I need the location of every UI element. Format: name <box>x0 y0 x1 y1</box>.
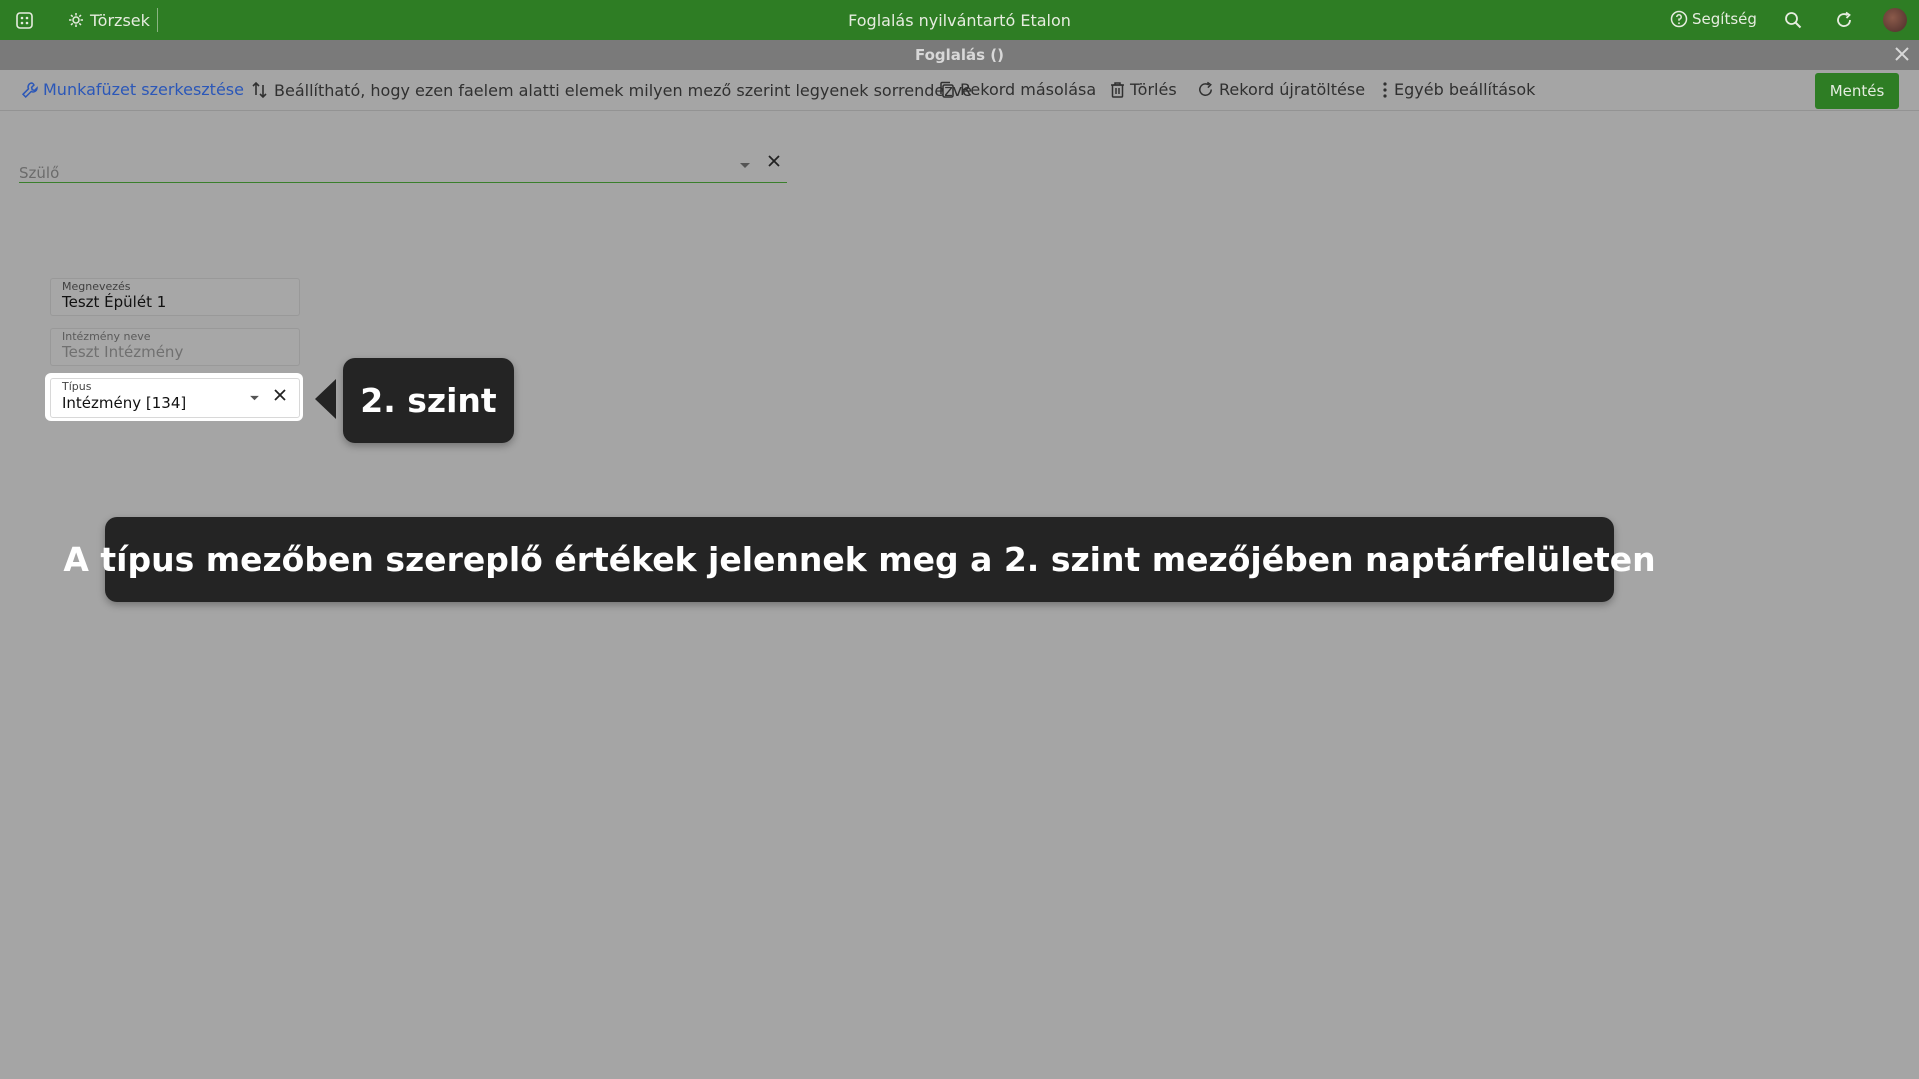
trash-icon <box>1109 81 1126 99</box>
help-button[interactable]: Segítség <box>1670 10 1757 28</box>
copy-record-label: Rekord másolása <box>960 80 1097 99</box>
wrench-icon <box>21 81 39 99</box>
search-icon[interactable] <box>1784 11 1802 29</box>
app-title: Foglalás nyilvántartó Etalon <box>848 11 1071 30</box>
type-label: Típus <box>62 380 92 393</box>
delete-label: Törlés <box>1130 80 1177 99</box>
help-label: Segítség <box>1692 10 1757 28</box>
callout-pointer <box>315 379 336 419</box>
copy-record-button[interactable]: Rekord másolása <box>939 80 1096 99</box>
edit-workbook-button[interactable]: Munkafüzet szerkesztése <box>21 80 244 99</box>
parent-select[interactable]: Szülő <box>19 150 787 183</box>
dialog-title: Foglalás () <box>914 46 1005 64</box>
other-settings-label: Egyéb beállítások <box>1394 80 1536 99</box>
sort-setting-button[interactable]: Beállítható, hogy ezen faelem alatti ele… <box>250 80 972 100</box>
description-callout: A típus mezőben szereplő értékek jelenne… <box>63 517 1656 602</box>
dialog-header: Foglalás () <box>0 40 1919 70</box>
toolbar: Munkafüzet szerkesztése Beállítható, hog… <box>0 70 1919 111</box>
level-callout: 2. szint <box>343 358 514 443</box>
clear-icon[interactable] <box>273 388 287 402</box>
reload-record-label: Rekord újratöltése <box>1219 80 1366 99</box>
close-icon[interactable] <box>1894 46 1910 62</box>
institution-field: Intézmény neve Teszt Intézmény <box>50 328 300 366</box>
clear-icon[interactable] <box>767 154 781 168</box>
edit-workbook-label: Munkafüzet szerkesztése <box>43 80 244 99</box>
type-value: Intézmény [134] <box>62 394 187 412</box>
reload-record-button[interactable]: Rekord újratöltése <box>1196 80 1365 99</box>
dropdown-arrow-icon[interactable] <box>739 162 751 170</box>
refresh-icon[interactable] <box>1834 10 1854 30</box>
sort-setting-label: Beállítható, hogy ezen faelem alatti ele… <box>274 80 972 100</box>
name-label: Megnevezés <box>62 280 131 293</box>
app-bar: Törzsek Foglalás nyilvántartó Etalon Seg… <box>0 0 1919 40</box>
other-settings-button[interactable]: Egyéb beállítások <box>1380 80 1535 99</box>
dropdown-arrow-icon[interactable] <box>249 395 260 402</box>
save-button[interactable]: Mentés <box>1815 73 1899 109</box>
delete-button[interactable]: Törlés <box>1109 80 1177 99</box>
sort-icon <box>250 80 270 100</box>
reload-icon <box>1196 80 1215 99</box>
name-field[interactable]: Megnevezés Teszt Épülét 1 <box>50 278 300 316</box>
institution-label: Intézmény neve <box>62 330 151 343</box>
name-value: Teszt Épülét 1 <box>62 293 167 311</box>
copy-icon <box>939 81 956 99</box>
avatar[interactable] <box>1883 8 1907 32</box>
institution-value: Teszt Intézmény <box>62 343 184 361</box>
type-select[interactable]: Típus Intézmény [134] <box>50 378 300 418</box>
help-icon <box>1670 10 1688 28</box>
parent-label: Szülő <box>19 164 60 182</box>
more-vertical-icon <box>1380 81 1390 99</box>
